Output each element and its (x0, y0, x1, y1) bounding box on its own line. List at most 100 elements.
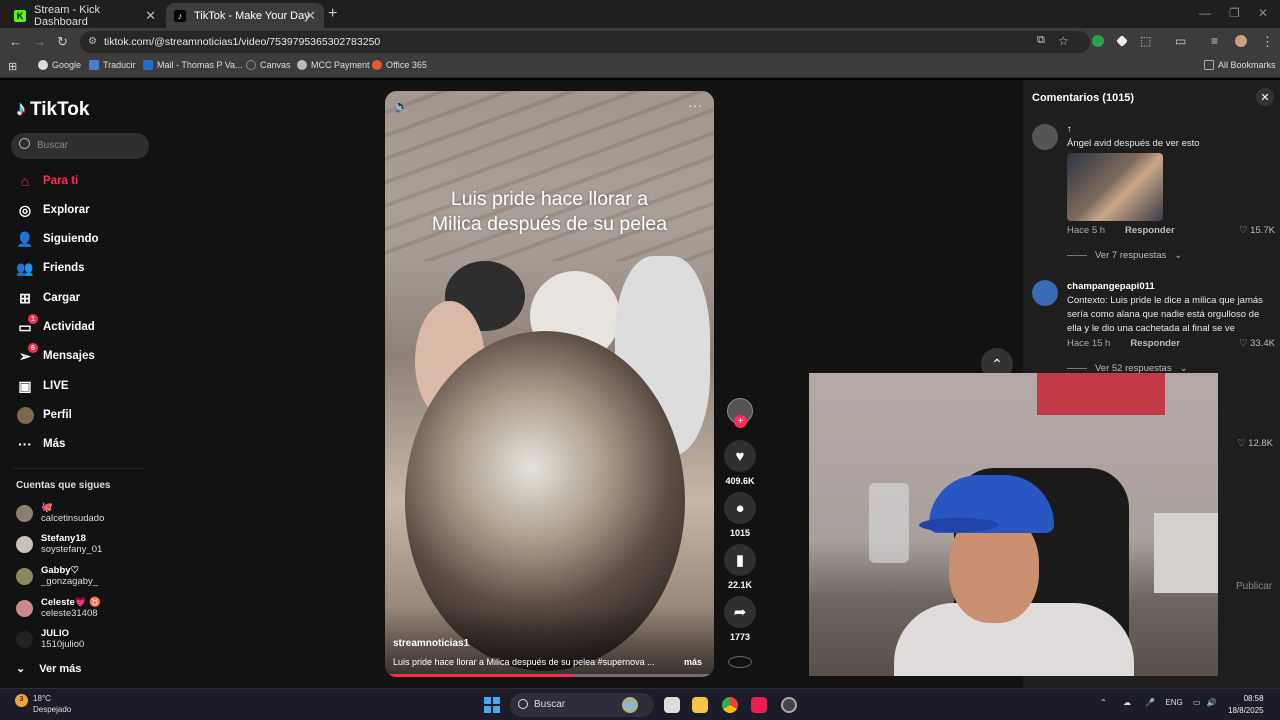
save-button[interactable]: ▮ (724, 544, 756, 576)
nav-mensajes[interactable]: ➢ 6 Mensajes (16, 343, 95, 367)
share-button[interactable]: ➦ (724, 596, 756, 628)
nav-live[interactable]: ▣ LIVE (16, 375, 68, 397)
comment-like[interactable]: ♡ 33.4K (1239, 338, 1275, 349)
install-app-icon[interactable]: ⧉ (1037, 34, 1045, 47)
upload-icon: ⊞ (19, 289, 31, 306)
bookmark-star-icon[interactable]: ☆ (1058, 34, 1069, 48)
notification-badge: 6 (28, 343, 38, 353)
back-icon[interactable]: ← (9, 34, 22, 49)
bookmark-mcc-payment[interactable]: MCC Payment (297, 60, 370, 70)
nav-perfil[interactable]: Perfil (16, 404, 72, 426)
nav-para-ti[interactable]: ⌂ Para ti (16, 170, 78, 192)
browser-tab-bar: K Stream - Kick Dashboard ✕ ♪ TikTok - M… (0, 0, 1280, 28)
bookmark-office-365[interactable]: Office 365 (372, 60, 427, 70)
video-author[interactable]: streamnoticias1 (393, 638, 469, 649)
followed-account[interactable]: Stefany18 soystefany_01 (16, 533, 102, 555)
close-tab-icon[interactable]: ✕ (145, 8, 156, 24)
close-window-icon[interactable]: ✕ (1258, 6, 1268, 20)
comment-author[interactable]: champangepapi011 (1067, 281, 1155, 292)
task-view-icon[interactable] (664, 697, 680, 713)
comment-image[interactable] (1067, 153, 1163, 221)
view-replies-button[interactable]: Ver 7 respuestas ⌄ (1067, 250, 1182, 261)
tiktok-logo[interactable]: ♪ TikTok (16, 98, 89, 121)
weather-widget[interactable]: 3 18°C Despejado (15, 693, 71, 715)
followed-account[interactable]: Gabby♡ _gonzagaby_ (16, 565, 98, 587)
followed-account[interactable]: JULIO 1510julio0 (16, 628, 84, 650)
volume-icon[interactable]: 🔈 (394, 99, 409, 113)
all-bookmarks[interactable]: All Bookmarks (1204, 60, 1276, 70)
forward-icon[interactable]: → (33, 34, 46, 49)
network-icon[interactable]: ▭ (1193, 698, 1201, 707)
address-bar[interactable]: ⚙ tiktok.com/@streamnoticias1/video/7539… (80, 31, 1090, 53)
avatar[interactable] (1032, 124, 1058, 150)
onedrive-icon[interactable]: ☁ (1123, 698, 1131, 707)
extension-grammarly-icon[interactable] (1092, 35, 1104, 47)
menu-kebab-icon[interactable]: ⋮ (1261, 34, 1274, 50)
new-tab-icon[interactable]: + (328, 5, 337, 23)
reload-icon[interactable]: ↻ (57, 34, 68, 50)
tab-kick-dashboard[interactable]: K Stream - Kick Dashboard ✕ (6, 3, 164, 28)
close-tab-icon[interactable]: ✕ (305, 8, 316, 24)
chevron-up-icon: ⌃ (991, 355, 1003, 372)
close-icon[interactable]: ✕ (1256, 88, 1274, 106)
extension-icon[interactable] (1116, 35, 1128, 47)
maximize-icon[interactable]: ❐ (1229, 6, 1240, 20)
microphone-icon[interactable]: 🎤 (1145, 698, 1155, 707)
publish-button[interactable]: Publicar (1236, 581, 1272, 592)
tab-tiktok[interactable]: ♪ TikTok - Make Your Day ✕ (166, 3, 324, 28)
more-description-button[interactable]: más (684, 657, 702, 667)
nav-mas[interactable]: ··· Más (16, 433, 65, 455)
search-input[interactable]: Buscar (11, 133, 149, 159)
apps-grid-icon[interactable]: ⊞ (8, 60, 17, 73)
taskbar-clock[interactable]: 08:58 18/8/2025 (1228, 693, 1264, 717)
video-progress-bar[interactable] (385, 674, 714, 677)
avatar[interactable] (1032, 280, 1058, 306)
comment-author[interactable]: ↑ (1067, 124, 1072, 135)
nav-cargar[interactable]: ⊞ Cargar (16, 287, 80, 309)
background-object (869, 483, 909, 563)
see-more-button[interactable]: ⌄ Ver más (16, 662, 81, 676)
more-options-icon[interactable]: ··· (688, 97, 702, 113)
reply-button[interactable]: Responder (1130, 338, 1180, 349)
share-icon: ➦ (733, 604, 747, 621)
language-indicator[interactable]: ENG (1165, 698, 1182, 707)
search-icon (518, 699, 528, 709)
volume-icon[interactable]: 🔊 (1207, 698, 1217, 707)
chevron-down-icon: ⌄ (1174, 250, 1183, 261)
nav-friends[interactable]: 👥 Friends (16, 257, 84, 279)
extensions-puzzle-icon[interactable]: ⬚ (1140, 34, 1151, 48)
reply-button[interactable]: Responder (1125, 225, 1175, 236)
comment-button[interactable]: ● (724, 492, 756, 524)
media-controls-icon[interactable]: ≡ (1211, 34, 1218, 48)
minimize-icon[interactable]: — (1199, 6, 1211, 20)
nav-explorar[interactable]: ◎ Explorar (16, 199, 90, 221)
site-info-icon[interactable]: ⚙ (88, 36, 97, 47)
bookmark-mail[interactable]: Mail - Thomas P Va... (143, 60, 243, 70)
followed-account[interactable]: Celeste💗 ♉ celeste31408 (16, 597, 101, 619)
comment-like[interactable]: ♡ 15.7K (1239, 225, 1275, 236)
bookmark-canvas[interactable]: Canvas (246, 60, 291, 70)
nav-siguiendo[interactable]: 👤 Siguiendo (16, 228, 98, 250)
like-button[interactable]: ♥ (724, 440, 756, 472)
following-icon: 👤 (16, 230, 34, 247)
followed-account[interactable]: 🐙 calcetinsudado (16, 502, 104, 524)
start-icon[interactable] (484, 697, 500, 713)
save-count: 22.1K (727, 580, 753, 590)
nav-actividad[interactable]: ▭ 1 Actividad (16, 314, 95, 338)
tiktok-app-icon[interactable] (751, 697, 767, 713)
file-explorer-icon[interactable] (692, 697, 708, 713)
profile-avatar[interactable] (1235, 35, 1247, 47)
comment-count: 1015 (729, 528, 751, 538)
bookmark-google[interactable]: Google (38, 60, 81, 70)
chevron-up-icon[interactable]: ⌃ (1100, 698, 1107, 707)
search-highlight-icon[interactable] (622, 697, 638, 713)
video-player[interactable]: Luis pride hace llorar a Milica después … (385, 91, 714, 677)
bookmark-traducir[interactable]: Traducir (89, 60, 136, 70)
friends-icon: 👥 (16, 259, 34, 276)
side-panel-icon[interactable]: ▭ (1175, 34, 1186, 48)
comment-like[interactable]: ♡ 12.8K (1237, 438, 1273, 449)
follow-plus-icon[interactable]: + (734, 415, 747, 428)
chrome-icon[interactable] (722, 697, 738, 713)
obs-icon[interactable] (781, 697, 797, 713)
music-disc-icon[interactable] (728, 656, 752, 668)
